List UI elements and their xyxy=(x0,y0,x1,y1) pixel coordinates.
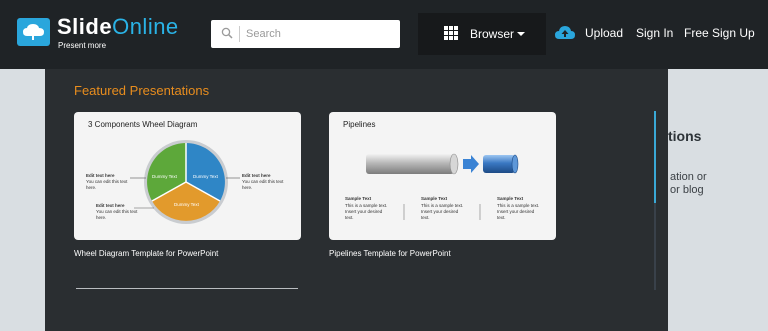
slideonline-logo-icon[interactable] xyxy=(17,18,50,46)
upload-link[interactable]: Upload xyxy=(585,26,623,40)
background-heading: tions xyxy=(668,128,702,144)
browser-menu-button[interactable]: Browser xyxy=(418,13,546,55)
background-text-line: or blog xyxy=(670,184,704,196)
sample-text: This is a sample text. Insert your desir… xyxy=(345,203,388,220)
callout-text: You can edit this text here. xyxy=(86,179,128,190)
brand-name[interactable]: SlideOnline xyxy=(57,14,179,40)
browser-dropdown-panel: Featured Presentations 3 Components Whee… xyxy=(45,69,668,331)
sample-text: This is a sample text. Insert your desir… xyxy=(421,203,464,220)
brand-name-part2: Online xyxy=(112,14,179,39)
background-text-line: ation or xyxy=(670,171,707,183)
search-icon[interactable] xyxy=(221,27,233,39)
sign-in-link[interactable]: Sign In xyxy=(636,26,673,40)
grid-icon xyxy=(444,26,458,40)
callout-text: You can edit this text here. xyxy=(96,209,138,220)
brand-tagline: Present more xyxy=(58,41,107,50)
free-sign-up-link[interactable]: Free Sign Up xyxy=(684,26,755,40)
wheel-label: Dummy Text xyxy=(174,202,199,207)
sample-text: This is a sample text. Insert your desir… xyxy=(497,203,540,220)
sample-heading: Sample Text xyxy=(345,196,372,201)
featured-heading: Featured Presentations xyxy=(74,83,210,98)
panel-scrollbar[interactable] xyxy=(654,111,656,290)
cloud-upload-icon[interactable] xyxy=(554,24,576,42)
callout-text: You can edit this text here. xyxy=(242,179,284,190)
scrollbar-thumb[interactable] xyxy=(654,111,656,203)
brand-name-part1: Slide xyxy=(57,14,113,39)
wheel-label: Dummy Text xyxy=(193,174,218,179)
top-header: SlideOnline Present more Browser Upload … xyxy=(0,0,768,69)
presentation-thumbnail-wheel[interactable]: 3 Components Wheel Diagram Dummy Text Du… xyxy=(74,112,301,240)
section-divider xyxy=(76,288,298,289)
wheel-label: Dummy Text xyxy=(152,174,177,179)
search-separator xyxy=(239,26,240,42)
presentation-thumbnail-pipelines[interactable]: Pipelines Sample Text This is a sample t… xyxy=(329,112,556,240)
presentation-title-link[interactable]: Pipelines Template for PowerPoint xyxy=(329,249,451,258)
presentation-title-link[interactable]: Wheel Diagram Template for PowerPoint xyxy=(74,249,218,258)
sample-heading: Sample Text xyxy=(497,196,524,201)
search-input[interactable] xyxy=(246,24,391,44)
browser-label: Browser xyxy=(470,27,515,41)
chevron-down-icon xyxy=(517,32,525,36)
search-box xyxy=(211,20,400,48)
sample-heading: Sample Text xyxy=(421,196,448,201)
